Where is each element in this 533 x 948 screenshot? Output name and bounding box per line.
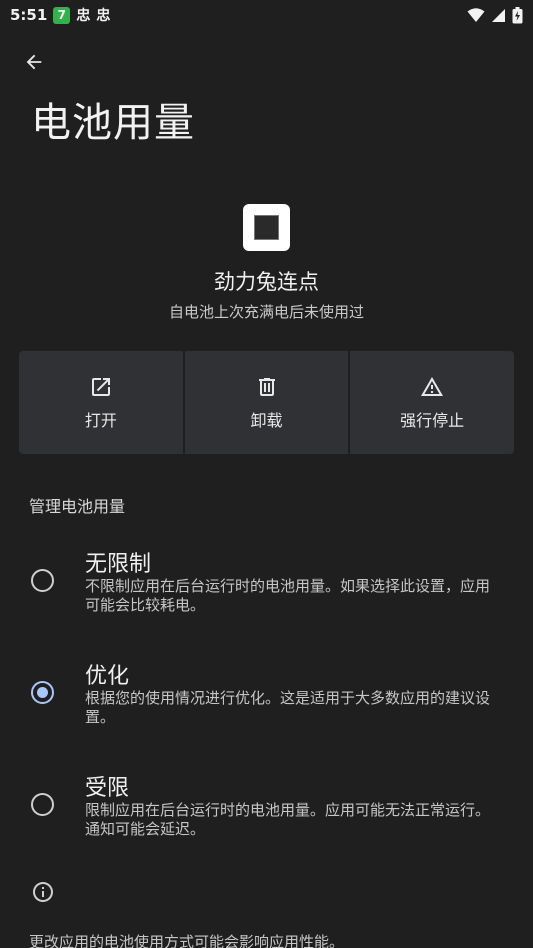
option-unrestricted[interactable]: 无限制 不限制应用在后台运行时的电池用量。如果选择此设置，应用可能会比较耗电。 (0, 552, 533, 658)
option-restricted[interactable]: 受限 限制应用在后台运行时的电池用量。应用可能无法正常运行。通知可能会延迟。 (0, 776, 533, 882)
signal-icon (492, 8, 505, 22)
app-usage-summary: 自电池上次充满电后未使用过 (168, 303, 364, 321)
radio-button-selected[interactable] (31, 681, 54, 704)
page-title: 电池用量 (31, 100, 195, 146)
uninstall-button[interactable]: 卸载 (184, 351, 349, 454)
option-title: 优化 (85, 664, 130, 689)
radio-button[interactable] (31, 793, 54, 816)
notification-badge-icon: 7 (53, 6, 71, 24)
back-button[interactable] (18, 46, 50, 78)
option-description: 限制应用在后台运行时的电池用量。应用可能无法正常运行。通知可能会延迟。 (85, 801, 491, 838)
open-button[interactable]: 打开 (19, 351, 183, 454)
app-action-buttons: 打开 卸载 强行停止 (19, 351, 514, 454)
trash-icon (258, 377, 275, 396)
app-icon (243, 204, 290, 251)
option-description: 根据您的使用情况进行优化。这是适用于大多数应用的建议设置。 (85, 689, 491, 726)
open-in-new-icon (91, 377, 110, 396)
radio-button[interactable] (31, 569, 54, 592)
option-title: 受限 (85, 776, 130, 801)
arrow-back-icon (26, 54, 42, 70)
option-title: 无限制 (85, 552, 152, 577)
info-icon (33, 882, 53, 902)
battery-charging-icon (512, 6, 523, 23)
wifi-icon (467, 8, 485, 22)
status-time: 5:51 (10, 6, 48, 24)
app-name: 劲力兔连点 (214, 270, 319, 294)
warning-icon (421, 376, 444, 396)
notification-icon: 忠 (76, 8, 91, 24)
notification-icon: 忠 (96, 8, 111, 24)
option-optimized[interactable]: 优化 根据您的使用情况进行优化。这是适用于大多数应用的建议设置。 (0, 664, 533, 770)
uninstall-label: 卸载 (250, 410, 283, 430)
force-stop-button[interactable]: 强行停止 (350, 351, 514, 454)
force-stop-label: 强行停止 (400, 410, 465, 430)
open-label: 打开 (84, 410, 117, 430)
option-description: 不限制应用在后台运行时的电池用量。如果选择此设置，应用可能会比较耗电。 (85, 577, 491, 614)
section-header: 管理电池用量 (29, 497, 126, 516)
status-bar: 5:51 7 忠 忠 (0, 0, 533, 30)
footer-note: 更改应用的电池使用方式可能会影响应用性能。 (29, 933, 345, 948)
